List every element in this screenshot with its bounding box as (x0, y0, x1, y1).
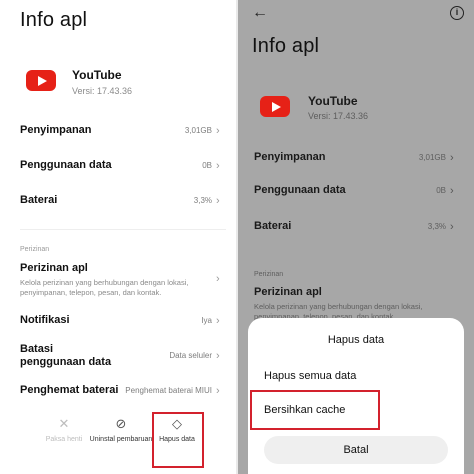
limit-data-value: Data seluler (169, 351, 212, 360)
section-divider (20, 229, 226, 230)
page-title: Info apl (20, 9, 88, 31)
chevron-right-icon: › (216, 385, 220, 397)
permissions-desc: Kelola perizinan yang berhubungan dengan… (20, 278, 189, 297)
chevron-right-icon: › (450, 185, 454, 197)
app-info-screen-left: Info apl YouTube Versi: 17.43.36 Penyimp… (0, 0, 236, 474)
force-stop-label: Paksa henti (45, 436, 83, 443)
chevron-right-icon: › (216, 350, 220, 362)
storage-value: 3,01GB (184, 126, 212, 135)
data-usage-value: 0B (202, 161, 212, 170)
app-name: YouTube (72, 68, 122, 82)
battery-label: Baterai (254, 220, 292, 232)
data-usage-row[interactable]: Penggunaan data 0B › (254, 181, 460, 203)
app-name: YouTube (308, 94, 358, 108)
clear-data-sheet: Hapus data Hapus semua data Bersihkan ca… (248, 318, 464, 474)
chevron-right-icon: › (216, 273, 220, 285)
battery-saver-value: Penghemat baterai MIUI (125, 386, 212, 395)
app-info-screen-right: ← i Info apl YouTube Versi: 17.43.36 Pen… (238, 0, 474, 474)
app-version: Versi: 17.43.36 (72, 86, 133, 96)
storage-label: Penyimpanan (20, 124, 92, 136)
permissions-label: Perizinan apl (20, 262, 88, 274)
permissions-row[interactable]: Perizinan apl Kelola perizinan yang berh… (20, 259, 226, 299)
youtube-app-icon (260, 96, 290, 117)
chevron-right-icon: › (216, 315, 220, 327)
storage-row[interactable]: Penyimpanan 3,01GB › (254, 148, 460, 170)
cancel-button[interactable]: Batal (264, 436, 448, 464)
highlight-clear-data (152, 412, 204, 468)
app-version: Versi: 17.43.36 (308, 111, 369, 121)
battery-value: 3,3% (427, 222, 446, 231)
chevron-right-icon: › (450, 221, 454, 233)
battery-value: 3,3% (193, 196, 212, 205)
permissions-row[interactable]: Perizinan apl Kelola perizinan yang berh… (254, 283, 460, 323)
block-icon: ⊘ (115, 416, 127, 431)
youtube-app-icon (26, 70, 56, 91)
info-icon[interactable]: i (450, 6, 464, 20)
page-title: Info apl (252, 35, 320, 57)
close-icon: ✕ (58, 416, 70, 431)
data-usage-value: 0B (436, 186, 446, 195)
battery-label: Baterai (20, 194, 58, 206)
battery-row[interactable]: Baterai 3,3% › (20, 191, 226, 213)
chevron-right-icon: › (216, 195, 220, 207)
storage-value: 3,01GB (418, 153, 446, 162)
chevron-right-icon: › (216, 160, 220, 172)
permissions-label: Perizinan apl (254, 286, 322, 298)
chevron-right-icon: › (216, 125, 220, 137)
uninstall-updates-button[interactable]: ⊘ Uninstal pembaruan (86, 406, 156, 466)
notifications-row[interactable]: Notifikasi Iya › (20, 311, 226, 333)
notifications-value: Iya (201, 316, 212, 325)
section-label: Perizinan (254, 271, 284, 278)
battery-row[interactable]: Baterai 3,3% › (254, 217, 460, 239)
data-usage-row[interactable]: Penggunaan data 0B › (20, 156, 226, 178)
storage-label: Penyimpanan (254, 151, 326, 163)
data-usage-label: Penggunaan data (20, 159, 112, 171)
battery-saver-label: Penghemat baterai (20, 384, 119, 396)
chevron-right-icon: › (450, 152, 454, 164)
limit-data-label: Batasi penggunaan data (20, 343, 112, 368)
force-stop-button[interactable]: ✕ Paksa henti (42, 406, 86, 466)
section-label: Perizinan (20, 246, 50, 253)
sheet-title: Hapus data (327, 334, 385, 346)
highlight-clear-cache (250, 390, 380, 430)
notifications-label: Notifikasi (20, 314, 70, 326)
back-arrow-icon[interactable]: ← (252, 4, 268, 22)
storage-row[interactable]: Penyimpanan 3,01GB › (20, 121, 226, 143)
data-usage-label: Penggunaan data (254, 184, 346, 196)
limit-data-row[interactable]: Batasi penggunaan data Data seluler › (20, 340, 226, 372)
clear-all-data-option[interactable]: Hapus semua data (264, 370, 356, 382)
uninstall-updates-label: Uninstal pembaruan (89, 436, 153, 443)
